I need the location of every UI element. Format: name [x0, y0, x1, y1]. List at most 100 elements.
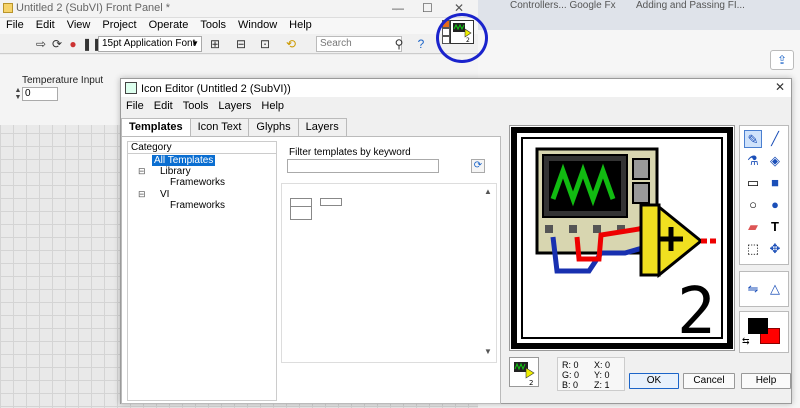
template-divider — [290, 206, 312, 207]
color-selector[interactable]: ⇆ — [739, 311, 789, 353]
browser-tab[interactable]: Controllers... Google Fx — [510, 0, 620, 12]
ellipse-tool-icon[interactable]: ○ — [744, 196, 762, 214]
run-arrow-icon[interactable]: ⇨ — [34, 37, 48, 51]
minimize-icon[interactable]: — — [392, 1, 404, 15]
icon-canvas[interactable]: 2 — [509, 125, 735, 351]
menu-edit[interactable]: Edit — [149, 97, 178, 115]
template-list[interactable] — [281, 183, 497, 363]
template-thumbnail[interactable] — [320, 198, 342, 206]
front-panel-titlebar[interactable]: Untitled 2 (SubVI) Front Panel * — ☐ ✕ — [0, 0, 478, 18]
info-z: Z: 1 — [594, 380, 610, 390]
tab-icon-text[interactable]: Icon Text — [189, 118, 250, 136]
search-input[interactable]: Search — [316, 36, 402, 52]
pause-icon[interactable]: ❚❚ — [82, 37, 102, 51]
align-objects-icon[interactable]: ⊞ — [208, 37, 222, 51]
flip-vertical-icon[interactable]: △ — [766, 280, 784, 298]
info-r: R: 0 — [562, 360, 579, 370]
select-tool-icon[interactable]: ⬚ — [744, 240, 762, 258]
category-tree[interactable]: Category ⊟ ⊟ All Templates Library Frame… — [127, 141, 277, 401]
collapse-icon[interactable]: ⊟ — [138, 189, 146, 200]
front-panel-toolbar: ⇨ ⟳ ● ❚❚ 15pt Application Font ▼ ⊞ ⊟ ⊡ ⟲ … — [0, 34, 478, 54]
menu-tools[interactable]: Tools — [194, 18, 232, 34]
menu-file[interactable]: File — [121, 97, 149, 115]
icon-number-text: 2 — [677, 275, 716, 349]
distribute-objects-icon[interactable]: ⊟ — [234, 37, 248, 51]
info-y: Y: 0 — [594, 370, 610, 380]
menu-file[interactable]: File — [0, 18, 30, 34]
menu-window[interactable]: Window — [232, 18, 283, 34]
refresh-icon[interactable]: ⟳ — [471, 159, 485, 173]
resize-objects-icon[interactable]: ⊡ — [258, 37, 272, 51]
filter-input[interactable] — [287, 159, 439, 173]
move-tool-icon[interactable]: ✥ — [766, 240, 784, 258]
flip-horizontal-icon[interactable]: ⇋ — [744, 280, 762, 298]
rectangle-tool-icon[interactable]: ▭ — [744, 174, 762, 192]
info-x: X: 0 — [594, 360, 611, 370]
tool-palette: ✎ ╱ ⚗ ◈ ▭ ■ ○ ● ▰ T ⬚ ✥ — [739, 125, 789, 265]
close-icon[interactable]: ✕ — [775, 80, 785, 94]
reorder-icon[interactable]: ⟲ — [284, 37, 298, 51]
filter-label: Filter templates by keyword — [289, 147, 411, 158]
cancel-button[interactable]: Cancel — [683, 373, 735, 389]
run-continuously-icon[interactable]: ⟳ — [50, 37, 64, 51]
category-header: Category — [128, 142, 276, 154]
labview-window-icon — [3, 3, 13, 13]
icon-editor-icon — [125, 82, 137, 94]
eraser-tool-icon[interactable]: ▰ — [744, 218, 762, 236]
icon-editor-dialog: Icon Editor (Untitled 2 (SubVI)) ✕ File … — [120, 78, 792, 404]
flip-rotate-palette: ⇋ △ — [739, 271, 789, 307]
browser-tab[interactable]: Adding and Passing FI... — [636, 0, 776, 12]
upload-icon[interactable]: ⇪ — [770, 50, 794, 70]
menu-view[interactable]: View — [61, 18, 97, 34]
foreground-color-swatch[interactable] — [748, 318, 768, 334]
tab-templates[interactable]: Templates — [121, 118, 191, 137]
abort-icon[interactable]: ● — [66, 37, 80, 51]
tree-item-vi[interactable]: VI — [160, 189, 169, 200]
menu-help[interactable]: Help — [283, 18, 318, 34]
tab-layers[interactable]: Layers — [297, 118, 347, 136]
tab-glyphs[interactable]: Glyphs — [248, 118, 299, 136]
info-b: B: 0 — [562, 380, 579, 390]
tree-item-vi-frameworks[interactable]: Frameworks — [170, 200, 225, 211]
pencil-tool-icon[interactable]: ✎ — [744, 130, 762, 148]
text-tool-icon[interactable]: T — [766, 218, 784, 236]
menu-operate[interactable]: Operate — [143, 18, 195, 34]
icon-preview: 2 — [509, 357, 539, 387]
temperature-input-field[interactable]: 0 — [22, 87, 58, 101]
front-panel-menubar: File Edit View Project Operate Tools Win… — [0, 18, 478, 34]
preview-number: 2 — [529, 379, 533, 386]
collapse-icon[interactable]: ⊟ — [138, 166, 146, 177]
front-panel-title: Untitled 2 (SubVI) Front Panel * — [16, 2, 171, 14]
dialog-titlebar[interactable]: Icon Editor (Untitled 2 (SubVI)) ✕ — [121, 79, 791, 97]
menu-tools[interactable]: Tools — [178, 97, 214, 115]
menu-help[interactable]: Help — [256, 97, 289, 115]
help-icon[interactable]: ? — [414, 37, 428, 51]
search-icon[interactable]: ⚲ — [392, 37, 406, 51]
tree-item-library-frameworks[interactable]: Frameworks — [170, 177, 225, 188]
temperature-input-label: Temperature Input — [22, 75, 104, 86]
tree-item-library[interactable]: Library — [160, 166, 191, 177]
dropper-tool-icon[interactable]: ⚗ — [744, 152, 762, 170]
dialog-title: Icon Editor (Untitled 2 (SubVI)) — [141, 83, 291, 95]
scroll-down-icon[interactable]: ▼ — [484, 347, 492, 356]
swap-colors-icon[interactable]: ⇆ — [742, 336, 750, 347]
scroll-up-icon[interactable]: ▲ — [484, 187, 492, 196]
maximize-icon[interactable]: ☐ — [422, 1, 433, 15]
numeric-stepper[interactable]: ▲ ▼ — [14, 87, 22, 101]
info-g: G: 0 — [562, 370, 580, 380]
help-button[interactable]: Help — [741, 373, 791, 389]
chevron-down-icon: ▼ — [191, 39, 199, 48]
annotation-circle — [436, 13, 488, 63]
ok-button[interactable]: OK — [629, 373, 679, 389]
template-thumbnail[interactable] — [290, 198, 312, 220]
font-select[interactable]: 15pt Application Font ▼ — [98, 36, 202, 52]
dialog-tabs: Templates Icon Text Glyphs Layers — [121, 118, 347, 137]
filled-ellipse-tool-icon[interactable]: ● — [766, 196, 784, 214]
tree-item-all-templates[interactable]: All Templates — [152, 155, 216, 166]
menu-edit[interactable]: Edit — [30, 18, 61, 34]
fill-tool-icon[interactable]: ◈ — [766, 152, 784, 170]
line-tool-icon[interactable]: ╱ — [766, 130, 784, 148]
menu-layers[interactable]: Layers — [213, 97, 256, 115]
menu-project[interactable]: Project — [96, 18, 142, 34]
filled-rectangle-tool-icon[interactable]: ■ — [766, 174, 784, 192]
